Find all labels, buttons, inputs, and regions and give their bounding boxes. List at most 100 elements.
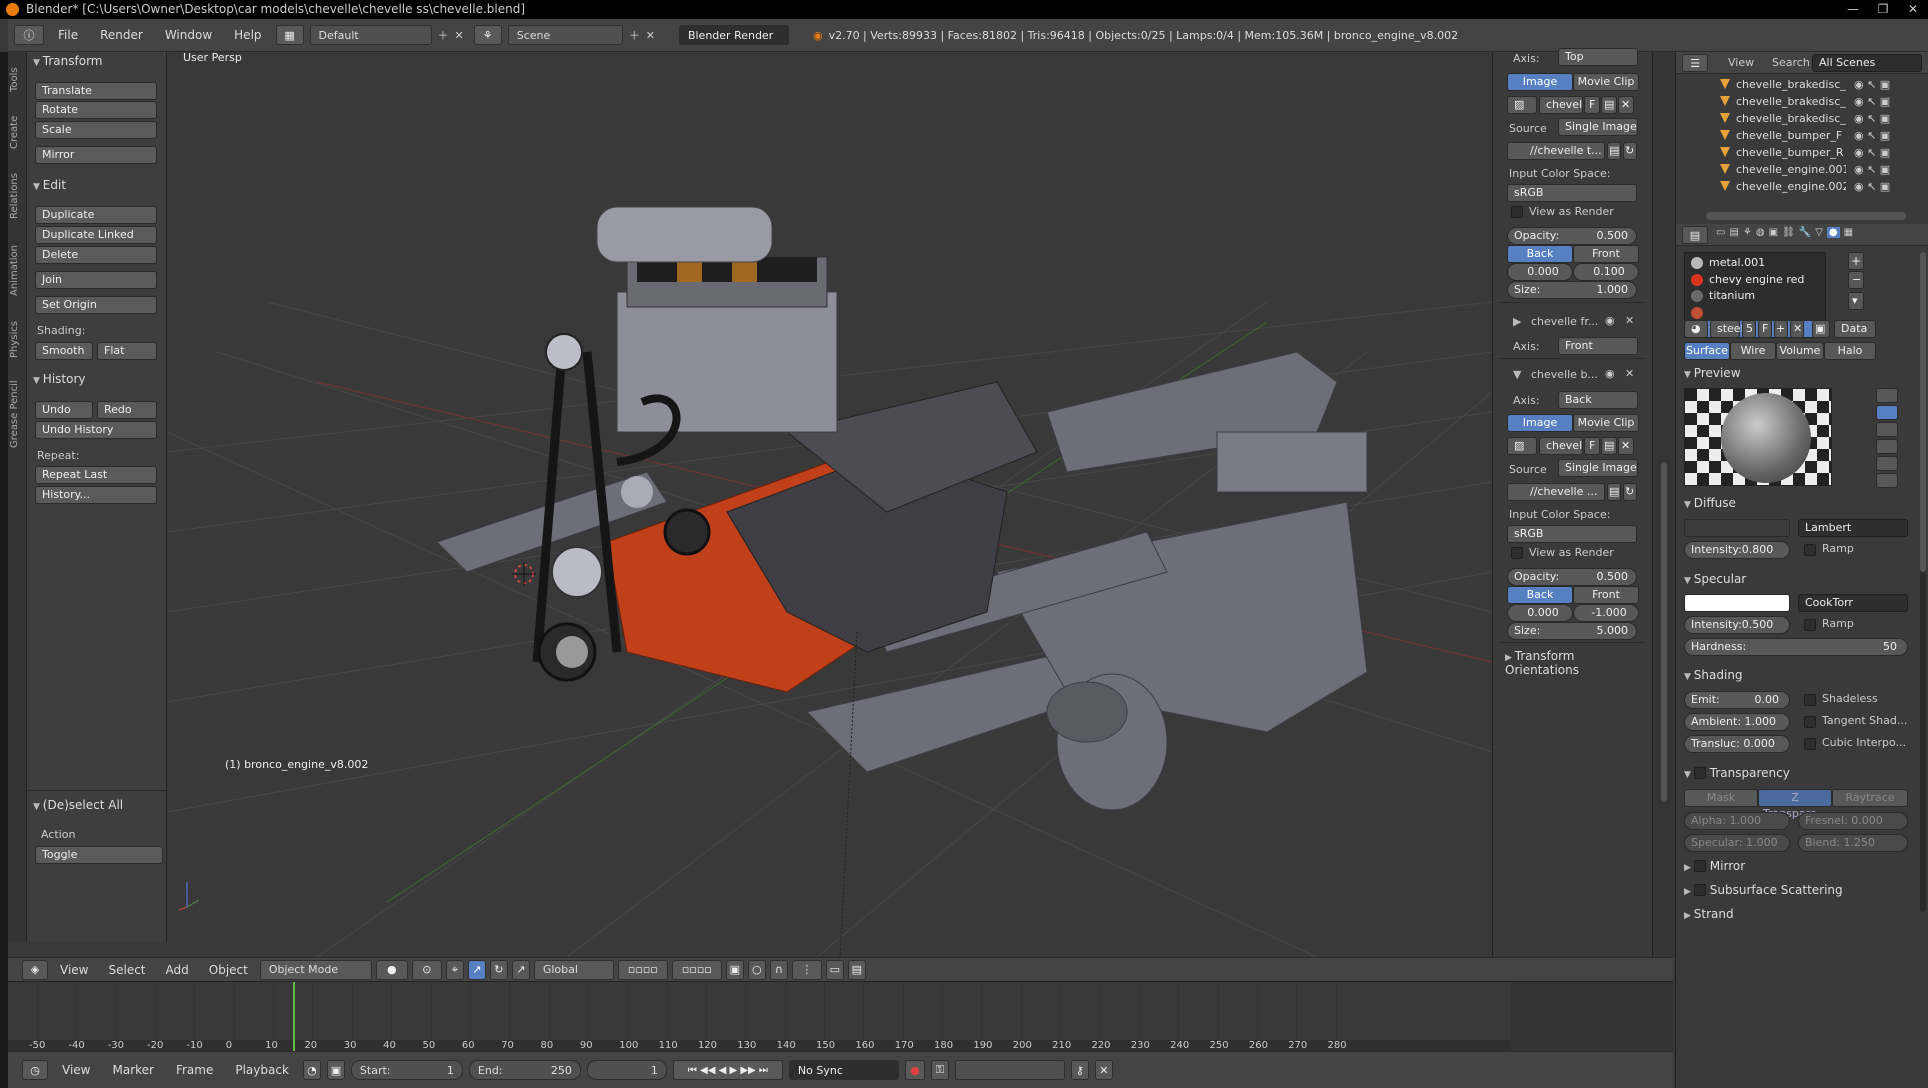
specular-alpha-field[interactable]: Specular: 1.000 [1684,834,1790,852]
undo-button[interactable]: Undo [35,401,93,419]
remove-slot-button[interactable]: − [1848,271,1864,289]
visibility-icons[interactable]: ◉ ↖ ▣ [1854,127,1890,145]
preview-sky-button[interactable] [1876,473,1898,488]
modifier-tab-icon[interactable]: 🔧 [1799,227,1811,238]
mirror-checkbox[interactable] [1693,860,1706,872]
outliner-item[interactable]: chevelle_bumper_F ◉ ↖ ▣ [1676,127,1921,145]
current-frame-field[interactable]: 1 [586,1060,667,1080]
image-name-1[interactable]: chevel [1539,96,1583,114]
add-scene-icon[interactable]: ＋ [629,27,640,43]
alpha-field[interactable]: Alpha: 1.000 [1684,812,1790,830]
back-button-3[interactable]: Back [1507,586,1573,604]
render-anim-button[interactable]: ▤ [847,959,866,980]
remove-layout-icon[interactable]: ✕ [455,29,464,42]
undo-history-button[interactable]: Undo History [35,421,157,439]
data-tab-icon[interactable]: ▽ [1815,227,1823,238]
transparency-panel-header[interactable]: Transparency [1684,765,1790,780]
opacity-field-1[interactable]: Opacity: 0.500 [1507,227,1637,245]
axis-select-3[interactable]: Back [1558,391,1638,409]
front-button-1[interactable]: Front [1573,245,1639,263]
lock-range-button[interactable]: ▣ [326,1060,345,1080]
hardness-field[interactable]: Hardness: 50 [1684,638,1908,656]
eye-icon[interactable]: ◉ [1605,367,1615,380]
world-tab-icon[interactable]: ◍ [1756,227,1765,238]
fake-user-3[interactable]: F [1584,437,1600,455]
menu-marker[interactable]: Marker [104,1063,161,1077]
slot-specials-button[interactable]: ▾ [1848,292,1864,310]
image-path-1[interactable]: //chevelle t... [1507,142,1605,160]
file-browse-1[interactable]: ▤ [1607,142,1621,160]
preview-range-button[interactable]: ◔ [302,1060,321,1080]
color-space-select-3[interactable]: sRGB [1507,525,1637,543]
3d-viewport[interactable]: User Persp (1) bronco_engine_v8.002 [167,52,1492,957]
offset-x-field-3[interactable]: 0.000 [1507,604,1573,622]
transform-panel-header[interactable]: Transform [33,54,103,68]
menu-add[interactable]: Add [158,963,197,977]
menu-window[interactable]: Window [157,28,220,42]
scene-tab-icon[interactable]: ⚘ [1743,227,1752,238]
menu-file[interactable]: File [50,28,86,42]
material-fake-user[interactable]: F [1758,320,1772,338]
properties-editor-type-button[interactable]: ▤ [1682,226,1708,244]
tab-relations[interactable]: Relations [9,164,26,229]
movie-clip-tab-3[interactable]: Movie Clip [1573,414,1639,432]
size-field-3[interactable]: Size: 5.000 [1507,622,1637,640]
tab-animation[interactable]: Animation [9,236,26,306]
lock-layers-button[interactable]: ▣ [725,959,744,980]
outliner-menu-search[interactable]: Search [1772,56,1810,69]
material-browse-button[interactable]: ◕ [1684,320,1708,338]
menu-select[interactable]: Select [100,963,153,977]
delete-button[interactable]: Delete [35,246,157,264]
panel-scrollbar[interactable] [1652,52,1675,957]
unlink-image-3[interactable]: ✕ [1618,437,1634,455]
specular-color-swatch[interactable] [1684,594,1790,612]
visibility-icons[interactable]: ◉ ↖ ▣ [1854,161,1890,179]
material-users[interactable]: 5 [1742,320,1756,338]
visibility-icons[interactable]: ◉ ↖ ▣ [1854,144,1890,162]
material-slot[interactable] [1687,305,1823,321]
render-opengl-button[interactable]: ▭ [825,959,844,980]
material-tab-icon[interactable]: ● [1826,227,1840,238]
visibility-icons[interactable]: ◉ ↖ ▣ [1854,76,1890,94]
image-browse-1[interactable]: ▨ [1507,96,1537,114]
material-name-field[interactable]: steel [1710,320,1744,338]
translate-manipulator[interactable]: ↗ [467,959,486,980]
ambient-field[interactable]: Ambient: 1.000 [1684,713,1790,731]
link-select[interactable]: Data [1834,320,1876,338]
record-button[interactable]: ● [904,1060,925,1080]
timeline-editor-type-button[interactable]: ◷ [22,1060,48,1080]
material-slot[interactable]: titanium [1687,288,1823,304]
emit-field[interactable]: Emit: 0.00 [1684,691,1790,709]
operator-panel-header[interactable]: (De)select All [33,798,123,812]
insert-keyframe-button[interactable]: ⚷ [1070,1060,1089,1080]
scene-browse-button[interactable]: ⚘ [473,25,502,45]
smooth-button[interactable]: Smooth [35,342,93,360]
fake-user-1[interactable]: F [1584,96,1600,114]
action-select[interactable]: Toggle [35,846,163,864]
add-slot-button[interactable]: + [1848,252,1864,270]
view-as-render-checkbox-1[interactable] [1511,206,1523,218]
proportional-edit-button[interactable]: ○ [747,959,766,980]
transform-orientations-header[interactable]: ▶ Transform Orientations [1505,649,1652,677]
tangent-shading-checkbox[interactable] [1804,716,1816,728]
remove-bg-icon[interactable]: ✕ [1625,367,1634,380]
transparency-checkbox[interactable] [1693,767,1706,779]
keying-set-button[interactable]: ⚿ [930,1060,949,1080]
scale-button[interactable]: Scale [35,121,157,139]
image-browse-3[interactable]: ▨ [1507,437,1537,455]
pivot-select[interactable]: ⊙ [411,959,442,980]
rotate-button[interactable]: Rotate [35,101,157,119]
fresnel-field[interactable]: Fresnel: 0.000 [1798,812,1908,830]
image-name-3[interactable]: chevel [1539,437,1583,455]
tab-grease-pencil[interactable]: Grease Pencil [9,372,26,457]
layout-name-field[interactable]: Default [309,25,432,45]
layout-browse-button[interactable]: ▦ [275,25,304,45]
reload-image-1[interactable]: ↻ [1623,142,1637,160]
rotate-manipulator[interactable]: ↻ [489,959,508,980]
cubic-interpolation-checkbox[interactable] [1804,738,1816,750]
tab-physics[interactable]: Physics [9,312,26,367]
set-origin-button[interactable]: Set Origin [35,296,157,314]
link-button[interactable]: ▣ [1812,320,1830,338]
image-tab-1[interactable]: Image [1507,73,1573,91]
history-menu-button[interactable]: History... [35,486,157,504]
